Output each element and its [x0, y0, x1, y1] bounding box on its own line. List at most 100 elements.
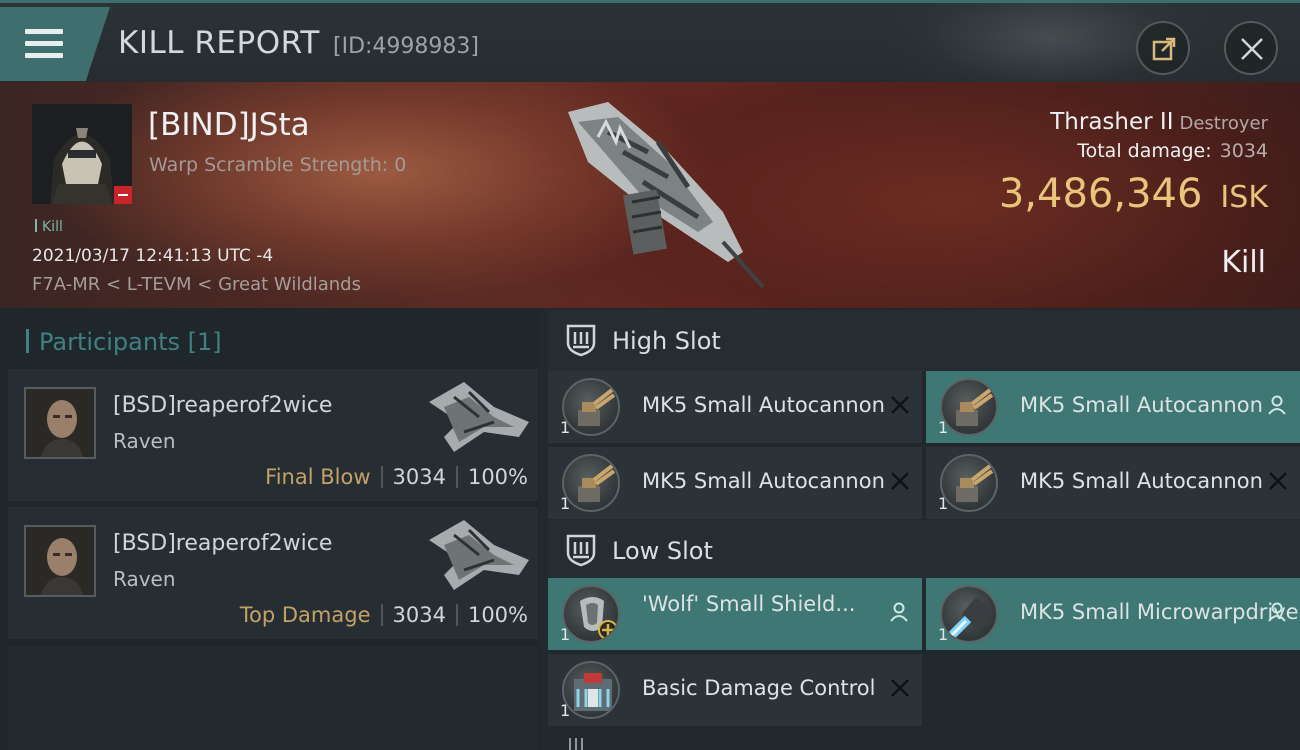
victim-ship-class: Destroyer	[1179, 113, 1268, 134]
status-badge	[114, 186, 132, 204]
dropped-person-icon	[1268, 395, 1286, 415]
module-slot[interactable]: 1 Basic Damage Control	[548, 654, 922, 726]
high-slot-header: High Slot	[548, 310, 1300, 372]
module-slot[interactable]: 1 MK5 Small Autocannon	[926, 447, 1300, 519]
stats-divider	[380, 466, 383, 488]
participant-portrait-icon	[26, 389, 94, 457]
participant-percent: 100%	[467, 603, 528, 627]
participant-damage: 3034	[392, 465, 446, 489]
destroyed-x-icon	[891, 396, 909, 414]
module-name: MK5 Small Microwarpdrive	[1020, 600, 1299, 624]
participants-count: [1]	[187, 328, 222, 356]
final-blow-label: Final Blow	[265, 465, 371, 489]
participant-avatar[interactable]	[24, 525, 96, 597]
participant-avatar[interactable]	[24, 387, 96, 459]
participant-ship: Raven	[113, 429, 176, 453]
victim-banner: [BIND]JSta Warp Scramble Strength: 0 Kil…	[0, 82, 1300, 308]
module-name: 'Wolf' Small Shield...	[642, 592, 856, 616]
participant-row[interactable]: [BSD]reaperof2wice Raven Top Damage 3034 1…	[8, 507, 538, 639]
module-quantity: 1	[560, 625, 571, 644]
module-slot[interactable]: 1 MK5 Small Microwarpdrive	[926, 578, 1300, 650]
module-quantity: 1	[938, 625, 949, 644]
report-id: [ID:4998983]	[333, 34, 479, 59]
low-slot-label: Low Slot	[612, 537, 713, 565]
page-title: KILL REPORT	[118, 25, 320, 61]
dropped-person-icon	[890, 602, 908, 622]
autocannon-icon	[940, 378, 998, 436]
participant-portrait-icon	[26, 527, 94, 595]
module-slot[interactable]: 1 MK5 Small Autocannon	[926, 371, 1300, 443]
top-damage-label: Top Damage	[239, 603, 371, 627]
autocannon-icon	[562, 378, 620, 436]
shield-extender-icon	[562, 585, 620, 643]
header-bar: KILL REPORT [ID:4998983]	[0, 0, 1300, 82]
destroyed-x-icon	[891, 679, 909, 697]
high-slot-icon	[566, 324, 596, 357]
destroyed-x-icon	[891, 472, 909, 490]
participant-row[interactable]: [BSD]reaperof2wice Raven Final Blow 3034 1…	[8, 369, 538, 501]
stats-divider	[455, 466, 458, 488]
module-name: MK5 Small Autocannon	[642, 469, 885, 493]
close-icon	[1241, 38, 1263, 60]
low-slot-icon	[566, 534, 596, 567]
total-damage-value: 3034	[1219, 140, 1268, 162]
isk-amount: 3,486,346	[998, 171, 1203, 217]
module-quantity: 1	[560, 701, 571, 720]
total-damage: Total damage: 3034	[1077, 140, 1268, 162]
module-name: MK5 Small Autocannon	[1020, 469, 1263, 493]
module-quantity: 1	[560, 494, 571, 513]
participants-title: Participants [1]	[26, 328, 222, 356]
participant-ship: Raven	[113, 567, 176, 591]
participant-stats: Top Damage 3034 100%	[240, 603, 528, 627]
next-slot-icon	[569, 738, 583, 750]
isk-unit: ISK	[1220, 180, 1268, 215]
module-slot[interactable]: 1 'Wolf' Small Shield...	[548, 578, 922, 650]
victim-ship[interactable]: Thrasher II Destroyer	[1050, 109, 1268, 135]
warp-scramble-strength: Warp Scramble Strength: 0	[149, 154, 407, 176]
participant-name[interactable]: [BSD]reaperof2wice	[113, 531, 332, 556]
victim-avatar[interactable]	[32, 104, 132, 204]
participant-ship-image	[429, 520, 529, 590]
fittings-panel: High Slot 1 MK5 Small Autocannon 1 MK5 S…	[540, 308, 1300, 750]
kill-result: Kill	[1221, 245, 1266, 280]
participant-name[interactable]: [BSD]reaperof2wice	[113, 393, 332, 418]
autocannon-icon	[940, 454, 998, 512]
dropped-person-icon	[1268, 602, 1286, 622]
total-damage-label: Total damage:	[1077, 140, 1212, 162]
stats-divider	[380, 604, 383, 626]
participants-panel: Participants [1] [BSD]reaperof2wice Rave…	[0, 308, 540, 750]
module-quantity: 1	[938, 418, 949, 437]
participant-stats: Final Blow 3034 100%	[265, 465, 528, 489]
kill-tag: Kill	[35, 219, 63, 235]
kill-location[interactable]: F7A-MR < L-TEVM < Great Wildlands	[32, 274, 361, 295]
victim-ship-name: Thrasher II	[1050, 109, 1174, 135]
victim-ship-image	[568, 102, 765, 289]
module-quantity: 1	[938, 494, 949, 513]
isk-value: 3,486,346 ISK	[999, 171, 1268, 217]
low-slot-header: Low Slot	[548, 520, 1300, 582]
kill-datetime: 2021/03/17 12:41:13 UTC -4	[32, 246, 274, 266]
autocannon-icon	[562, 454, 620, 512]
module-slot[interactable]: 1 MK5 Small Autocannon	[548, 447, 922, 519]
participant-ship-image	[429, 382, 529, 452]
destroyed-x-icon	[1269, 472, 1287, 490]
participant-percent: 100%	[467, 465, 528, 489]
share-icon	[1152, 37, 1176, 61]
module-slot[interactable]: 1 MK5 Small Autocannon	[548, 371, 922, 443]
module-name: MK5 Small Autocannon	[1020, 393, 1263, 417]
module-name: Basic Damage Control	[642, 676, 876, 700]
high-slot-label: High Slot	[612, 327, 721, 355]
module-quantity: 1	[560, 418, 571, 437]
participants-empty-area	[8, 646, 538, 750]
victim-pilot-name[interactable]: [BIND]JSta	[148, 107, 310, 143]
close-button[interactable]	[1224, 21, 1278, 75]
module-name: MK5 Small Autocannon	[642, 393, 885, 417]
stats-divider	[455, 604, 458, 626]
microwarpdrive-icon	[940, 585, 998, 643]
menu-button[interactable]	[0, 7, 110, 81]
damage-control-icon	[562, 661, 620, 719]
share-button[interactable]	[1136, 21, 1190, 75]
participant-damage: 3034	[392, 603, 446, 627]
hamburger-icon	[25, 29, 63, 59]
participants-title-label: Participants	[39, 328, 180, 356]
